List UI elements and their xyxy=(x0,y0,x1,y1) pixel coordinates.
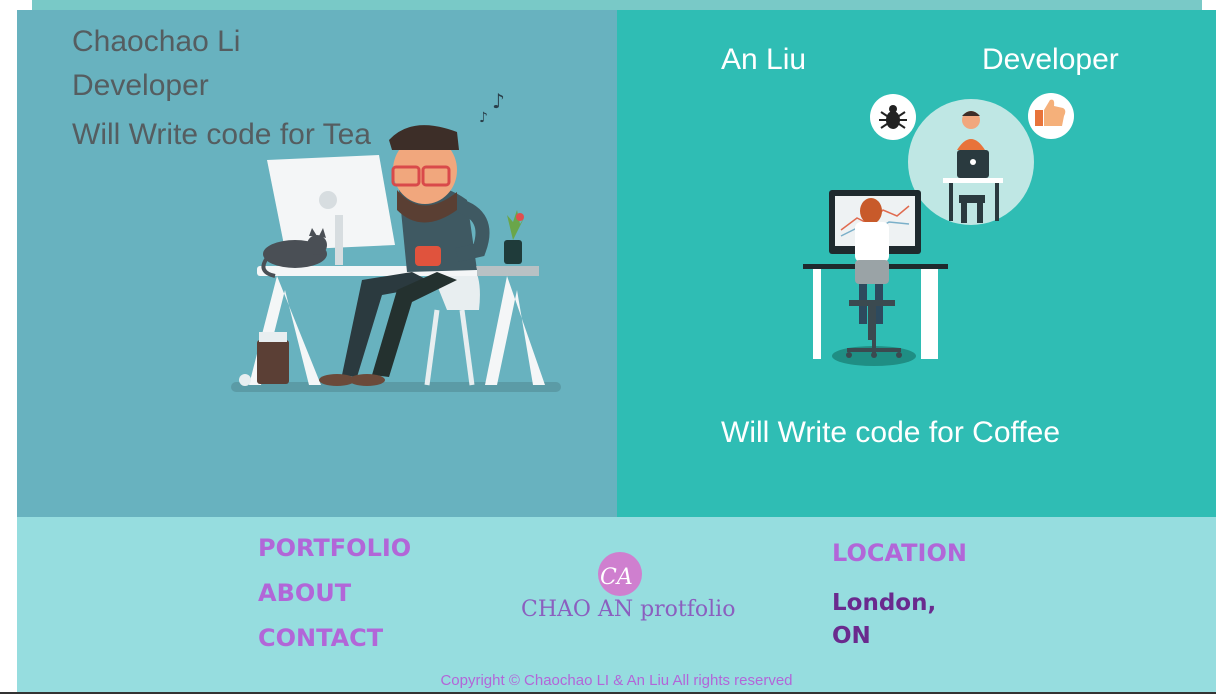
location-value: London, ON xyxy=(832,590,937,649)
nav-link-portfolio[interactable]: PORTFOLIO xyxy=(258,534,411,562)
svg-text:♪: ♪ xyxy=(479,110,488,126)
svg-text:♪: ♪ xyxy=(492,89,505,113)
logo-mark: CA xyxy=(598,552,642,596)
profile-role: Developer xyxy=(72,69,209,102)
profile-tagline: Will Write code for Coffee xyxy=(721,416,1061,449)
profile-panel-chaochao: ♪ ♪ Chaochao Li Developer Will Write cod… xyxy=(17,10,617,517)
bug-icon xyxy=(870,94,916,140)
location-heading: LOCATION xyxy=(832,539,967,567)
logo-text: CHAO AN protfolio xyxy=(521,597,736,622)
nav-link-contact[interactable]: CONTACT xyxy=(258,624,383,652)
logo-monogram: CA xyxy=(600,565,633,590)
thumbs-up-icon xyxy=(1028,93,1074,139)
profile-tagline: Will Write code for Tea xyxy=(72,118,371,151)
profile-name: Chaochao Li xyxy=(72,25,241,58)
top-bar xyxy=(32,0,1202,10)
nav-link-about[interactable]: ABOUT xyxy=(258,579,351,607)
footer: PORTFOLIO ABOUT CONTACT CA CHAO AN protf… xyxy=(17,517,1216,694)
logo-mark-letters: CA xyxy=(600,565,633,590)
copyright-text: Copyright © Chaochao LI & An Liu All rig… xyxy=(440,672,793,689)
profile-panel-anliu: An Liu Developer Will Write code for Cof… xyxy=(617,10,1216,517)
